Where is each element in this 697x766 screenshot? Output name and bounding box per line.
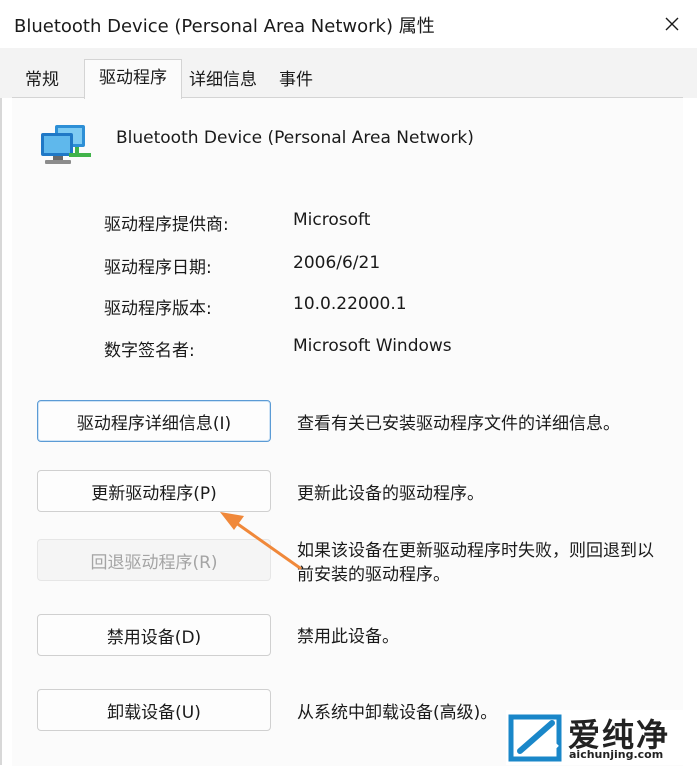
driver-date-value: 2006/6/21: [293, 253, 381, 273]
disable-device-button[interactable]: 禁用设备(D): [37, 614, 271, 656]
driver-tab-panel: Bluetooth Device (Personal Area Network)…: [12, 97, 683, 766]
driver-provider-label: 驱动程序提供商:: [104, 215, 229, 235]
tab-general[interactable]: 常规: [14, 65, 70, 95]
tab-strip: 常规 驱动程序 详细信息 事件: [0, 48, 697, 99]
watermark: 爱纯净 aichunjing.com: [506, 710, 697, 765]
tab-driver[interactable]: 驱动程序: [84, 59, 182, 99]
update-driver-button[interactable]: 更新驱动程序(P): [37, 470, 271, 512]
driver-version-value: 10.0.22000.1: [293, 294, 407, 314]
window-left-edge: [0, 0, 2, 765]
disable-device-description: 禁用此设备。: [297, 627, 399, 647]
close-button[interactable]: [647, 0, 697, 48]
driver-details-button[interactable]: 驱动程序详细信息(I): [37, 400, 271, 442]
driver-version-label: 驱动程序版本:: [104, 299, 212, 319]
aichunjing-logo-icon: [508, 714, 562, 762]
network-adapter-icon: [41, 125, 91, 164]
watermark-url: aichunjing.com: [569, 748, 664, 761]
driver-date-label: 驱动程序日期:: [104, 258, 212, 278]
update-driver-description: 更新此设备的驱动程序。: [297, 484, 484, 504]
digital-signer-value: Microsoft Windows: [293, 336, 452, 356]
tab-events[interactable]: 事件: [270, 65, 322, 95]
window-title: Bluetooth Device (Personal Area Network)…: [14, 16, 435, 37]
digital-signer-label: 数字签名者:: [104, 341, 195, 361]
driver-details-description: 查看有关已安装驱动程序文件的详细信息。: [297, 414, 620, 434]
title-bar: Bluetooth Device (Personal Area Network)…: [0, 0, 697, 48]
close-icon: [665, 17, 679, 31]
driver-provider-value: Microsoft: [293, 210, 371, 230]
uninstall-device-description: 从系统中卸载设备(高级)。: [297, 703, 498, 723]
uninstall-device-button[interactable]: 卸载设备(U): [37, 689, 271, 731]
device-name: Bluetooth Device (Personal Area Network): [116, 128, 474, 148]
roll-back-driver-button: 回退驱动程序(R): [37, 539, 271, 581]
tab-details[interactable]: 详细信息: [184, 65, 262, 95]
roll-back-driver-description: 如果该设备在更新驱动程序时失败，则回退到以前安装的驱动程序。: [297, 541, 654, 585]
